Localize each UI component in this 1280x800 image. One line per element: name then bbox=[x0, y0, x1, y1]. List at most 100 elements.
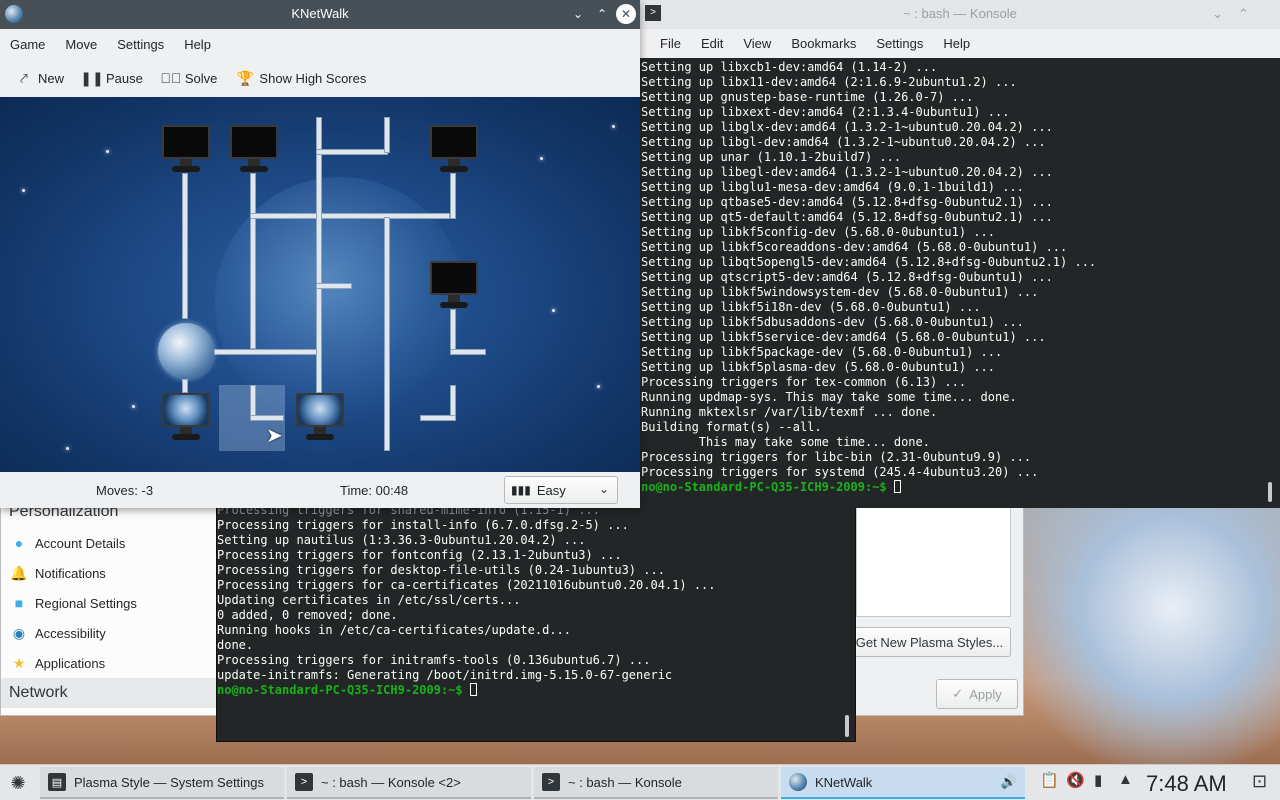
terminal-line: Setting up libegl-dev:amd64 (1.3.2-1~ubu… bbox=[641, 165, 1053, 179]
terminal-line: Setting up libkf5plasma-dev (5.68.0-0ubu… bbox=[641, 360, 996, 374]
get-new-plasma-styles-button[interactable]: Get New Plasma Styles... bbox=[848, 627, 1011, 657]
menu-edit[interactable]: Edit bbox=[691, 36, 733, 51]
terminal-line: Setting up libx11-dev:amd64 (2:1.6.9-2ub… bbox=[641, 75, 1017, 89]
computer-offline[interactable] bbox=[430, 261, 478, 313]
terminal-line: Setting up libglu1-mesa-dev:amd64 (9.0.1… bbox=[641, 180, 1024, 194]
terminal-line: Processing triggers for initramfs-tools … bbox=[217, 653, 651, 667]
cable[interactable] bbox=[250, 415, 284, 421]
menu-help[interactable]: Help bbox=[933, 36, 980, 51]
clipboard-icon[interactable]: 📋 bbox=[1040, 771, 1059, 789]
cable[interactable] bbox=[384, 117, 390, 153]
clock[interactable]: 7:48 AM bbox=[1146, 771, 1227, 797]
show-high-scores-label: Show High Scores bbox=[259, 70, 367, 86]
expand-tray-icon[interactable]: ▲ bbox=[1118, 771, 1133, 788]
volume-muted-icon[interactable]: 🔇 bbox=[1066, 771, 1085, 789]
maximize-icon[interactable]: ⌃ bbox=[592, 4, 612, 24]
knetwalk-window[interactable]: KNetWalk ⌄ ⌃ ✕ Game Move Settings Help ⤤… bbox=[0, 0, 640, 508]
minimize-icon[interactable]: ⌄ bbox=[1212, 6, 1223, 22]
cable[interactable] bbox=[450, 173, 456, 219]
konsole-2-window[interactable]: Processing triggers for shared-mime-info… bbox=[216, 500, 856, 742]
battery-icon[interactable]: ▮ bbox=[1094, 771, 1102, 789]
cable[interactable] bbox=[316, 117, 322, 393]
pause-button[interactable]: ❚❚ Pause bbox=[74, 63, 153, 93]
menu-settings[interactable]: Settings bbox=[866, 36, 933, 51]
terminal-line: Running hooks in /etc/ca-certificates/up… bbox=[217, 623, 572, 637]
cable[interactable] bbox=[250, 173, 256, 349]
cable[interactable] bbox=[420, 415, 456, 421]
konsole-titlebar[interactable]: > ~ : bash — Konsole ⌄ ⌃ bbox=[640, 0, 1280, 29]
menu-file[interactable]: File bbox=[650, 36, 691, 51]
scrollbar[interactable] bbox=[845, 715, 849, 737]
terminal-output[interactable]: Setting up libxcb1-dev:amd64 (1.14-2) ..… bbox=[641, 60, 1096, 495]
sidebar-item-label: Accessibility bbox=[35, 625, 106, 641]
terminal-line: Processing triggers for desktop-file-uti… bbox=[217, 563, 665, 577]
menu-help[interactable]: Help bbox=[174, 37, 221, 52]
menu-game[interactable]: Game bbox=[0, 37, 55, 52]
task-knetwalk[interactable]: KNetWalk 🔊 bbox=[781, 767, 1025, 799]
game-board[interactable]: ➤ bbox=[0, 97, 640, 472]
terminal-line: done. bbox=[217, 638, 254, 652]
audio-playing-icon[interactable]: 🔊 bbox=[1001, 774, 1017, 790]
new-icon: ⤤ bbox=[20, 69, 28, 86]
computer-online[interactable] bbox=[296, 393, 344, 445]
terminal-output[interactable]: Processing triggers for shared-mime-info… bbox=[217, 503, 716, 698]
check-circle-icon: ✓⃝ bbox=[160, 70, 182, 86]
sidebar-item-accessibility[interactable]: ◉ Accessibility bbox=[9, 618, 214, 648]
sidebar-item-account-details[interactable]: ● Account Details bbox=[9, 528, 214, 558]
terminal-line: Setting up qtbase5-dev:amd64 (5.12.8+dfs… bbox=[641, 195, 1053, 209]
category-network: Network bbox=[9, 684, 68, 701]
cable[interactable] bbox=[214, 349, 320, 355]
konsole-window[interactable]: > ~ : bash — Konsole ⌄ ⌃ File Edit View … bbox=[640, 0, 1280, 508]
menu-settings[interactable]: Settings bbox=[107, 37, 174, 52]
terminal-line: Setting up libqt5opengl5-dev:amd64 (5.12… bbox=[641, 255, 1097, 269]
minimize-icon[interactable]: ⌄ bbox=[568, 4, 588, 24]
star bbox=[612, 125, 615, 128]
menu-bookmarks[interactable]: Bookmarks bbox=[781, 36, 866, 51]
sidebar-item-label: Applications bbox=[35, 655, 106, 671]
star bbox=[22, 189, 25, 192]
taskbar: ✺ ▤ Plasma Style — System Settings > ~ :… bbox=[0, 764, 1280, 800]
system-settings-icon: ▤ bbox=[48, 773, 66, 791]
cable[interactable] bbox=[250, 385, 256, 419]
show-high-scores-button[interactable]: 🏆 Show High Scores bbox=[227, 63, 376, 93]
sidebar-item-notifications[interactable]: 🔔 Notifications bbox=[9, 558, 214, 588]
task-konsole[interactable]: > ~ : bash — Konsole bbox=[534, 767, 778, 799]
computer-offline[interactable] bbox=[162, 125, 210, 177]
cable[interactable] bbox=[182, 173, 188, 319]
application-launcher-icon[interactable]: ✺ bbox=[4, 769, 32, 797]
task-system-settings[interactable]: ▤ Plasma Style — System Settings bbox=[40, 767, 284, 799]
show-desktop-icon[interactable]: ⊡ bbox=[1252, 771, 1267, 792]
cable[interactable] bbox=[182, 379, 188, 393]
pause-label: Pause bbox=[106, 70, 143, 86]
terminal-line: Setting up libxext-dev:amd64 (2:1.3.4-0u… bbox=[641, 105, 1010, 119]
cable[interactable] bbox=[316, 149, 388, 155]
computer-offline[interactable] bbox=[430, 125, 478, 177]
terminal-line: Setting up gnustep-base-runtime (1.26.0-… bbox=[641, 90, 974, 104]
menu-view[interactable]: View bbox=[733, 36, 781, 51]
maximize-icon[interactable]: ⌃ bbox=[1238, 6, 1249, 22]
cable[interactable] bbox=[450, 349, 486, 355]
computer-online[interactable] bbox=[162, 393, 210, 445]
sidebar-item-applications[interactable]: ★ Applications bbox=[9, 648, 214, 678]
server-globe[interactable] bbox=[158, 323, 214, 379]
cable[interactable] bbox=[316, 283, 352, 289]
new-button[interactable]: ⤤ New bbox=[6, 63, 74, 93]
menu-move[interactable]: Move bbox=[55, 37, 107, 52]
cable[interactable] bbox=[450, 309, 456, 353]
close-icon[interactable]: ✕ bbox=[616, 4, 636, 24]
cable[interactable] bbox=[250, 213, 450, 219]
cable[interactable] bbox=[384, 217, 390, 451]
terminal-prompt: no@no-Standard-PC-Q35-ICH9-2009:~$ bbox=[641, 480, 887, 494]
knetwalk-toolbar: ⤤ New ❚❚ Pause ✓⃝ Solve 🏆 Show High Scor… bbox=[0, 60, 640, 96]
sidebar-item-regional-settings[interactable]: ■ Regional Settings bbox=[9, 588, 214, 618]
terminal-line: 0 added, 0 removed; done. bbox=[217, 608, 398, 622]
task-konsole-2[interactable]: > ~ : bash — Konsole <2> bbox=[287, 767, 531, 799]
knetwalk-titlebar[interactable]: KNetWalk ⌄ ⌃ ✕ bbox=[0, 0, 640, 29]
difficulty-select[interactable]: ▮▮▮ Easy ⌄ bbox=[504, 476, 618, 504]
cable[interactable] bbox=[450, 385, 456, 419]
solve-button[interactable]: ✓⃝ Solve bbox=[153, 63, 228, 93]
apply-button[interactable]: ✓ Apply bbox=[936, 679, 1018, 709]
scrollbar[interactable] bbox=[1268, 482, 1272, 502]
window-title: ~ : bash — Konsole bbox=[903, 6, 1017, 21]
computer-offline[interactable] bbox=[230, 125, 278, 177]
